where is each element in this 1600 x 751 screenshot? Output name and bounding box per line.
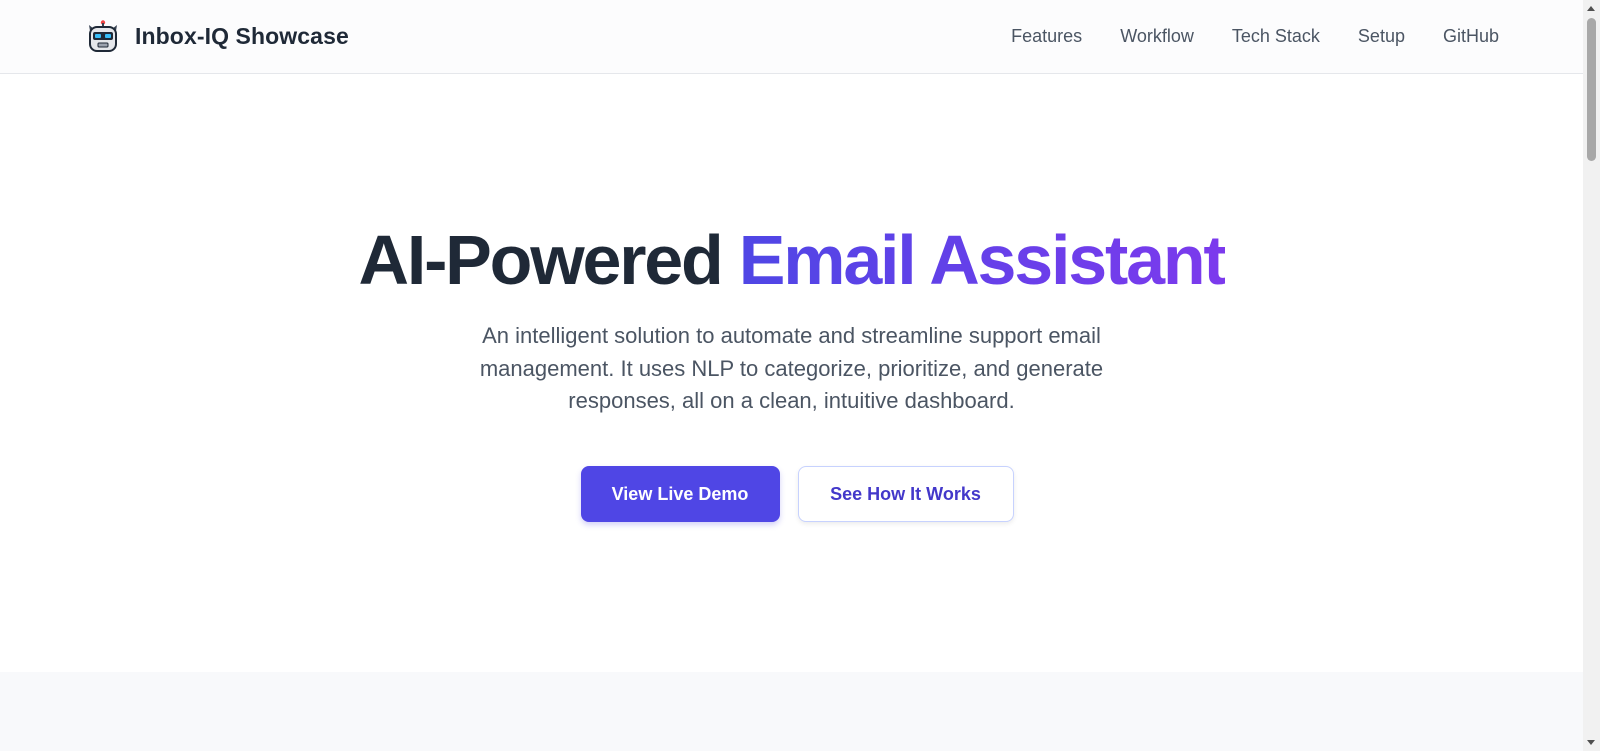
scroll-thumb[interactable] (1587, 18, 1596, 161)
nav-link-features[interactable]: Features (1011, 26, 1082, 47)
nav-link-github[interactable]: GitHub (1443, 26, 1499, 47)
main-nav: Features Workflow Tech Stack Setup GitHu… (1011, 26, 1499, 47)
hero-subtitle: An intelligent solution to automate and … (479, 323, 1104, 413)
nav-link-tech-stack[interactable]: Tech Stack (1232, 26, 1320, 47)
robot-icon (86, 19, 120, 53)
hero-title-main: AI-Powered (358, 221, 723, 299)
hero-title: AI-Powered Email Assistant (0, 218, 1583, 302)
nav-link-workflow[interactable]: Workflow (1120, 26, 1194, 47)
vertical-scrollbar[interactable] (1583, 0, 1600, 751)
view-live-demo-button[interactable]: View Live Demo (580, 466, 780, 522)
site-header: Inbox-IQ Showcase Features Workflow Tech… (0, 0, 1583, 74)
see-how-it-works-button[interactable]: See How It Works (797, 466, 1014, 522)
brand[interactable]: Inbox-IQ Showcase (86, 19, 349, 53)
nav-link-setup[interactable]: Setup (1358, 26, 1405, 47)
scroll-down-icon[interactable] (1587, 740, 1595, 745)
scroll-up-icon[interactable] (1587, 6, 1595, 11)
landing-page: Inbox-IQ Showcase Features Workflow Tech… (0, 0, 1583, 751)
hero-title-accent: Email Assistant (738, 221, 1227, 299)
hero-actions: View Live Demo See How It Works (0, 466, 1583, 522)
next-section (0, 672, 1583, 751)
brand-name: Inbox-IQ Showcase (135, 22, 349, 49)
